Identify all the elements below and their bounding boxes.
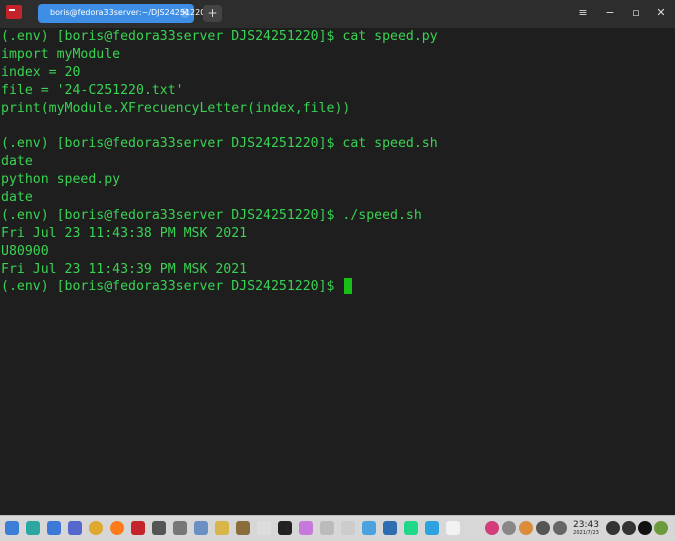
clock[interactable]: 23:43 2021/7/23 xyxy=(571,520,601,537)
cursor xyxy=(344,278,353,295)
power-icon[interactable] xyxy=(638,521,652,535)
mute-icon[interactable] xyxy=(622,521,636,535)
audio-icon[interactable] xyxy=(320,521,334,535)
new-tab-button[interactable]: + xyxy=(203,5,222,22)
prompt-text: (.env) [boris@fedora33server DJS24251220… xyxy=(1,279,343,295)
terminal-line: Fri Jul 23 11:43:39 PM MSK 2021 xyxy=(1,261,248,277)
minimize-button[interactable]: − xyxy=(603,6,617,20)
terminal-line: print(myModule.XFrecuencyLetter(index,fi… xyxy=(1,100,351,116)
terminal-line: (.env) [boris@fedora33server DJS24251220… xyxy=(1,29,438,44)
monitor-icon[interactable] xyxy=(299,521,313,535)
clock-time: 23:43 xyxy=(573,520,599,530)
text-editor-icon[interactable] xyxy=(257,521,271,535)
photos-icon[interactable] xyxy=(362,521,376,535)
mail2-icon[interactable] xyxy=(383,521,397,535)
telegram-icon[interactable] xyxy=(425,521,439,535)
clock-date: 2021/7/23 xyxy=(573,530,599,536)
calendar-icon[interactable] xyxy=(446,521,460,535)
prompt-line: (.env) [boris@fedora33server DJS24251220… xyxy=(1,278,438,296)
terminal-icon[interactable] xyxy=(131,521,145,535)
terminal-line: date xyxy=(1,154,33,170)
terminal-line: (.env) [boris@fedora33server DJS24251220… xyxy=(1,207,422,223)
chrome-icon[interactable] xyxy=(89,521,103,535)
vm-icon[interactable] xyxy=(152,521,166,535)
terminal-line: U80900 xyxy=(1,243,49,259)
title-bar: boris@fedora33server:~/DJS24251220 × + ≡… xyxy=(0,0,675,28)
tab-terminal[interactable]: boris@fedora33server:~/DJS24251220 × xyxy=(38,4,205,23)
gimp-icon[interactable] xyxy=(236,521,250,535)
firefox-icon[interactable] xyxy=(110,521,124,535)
status-icon[interactable] xyxy=(519,521,533,535)
terminal-line: index = 20 xyxy=(1,64,81,80)
terminal-line: date xyxy=(1,190,33,206)
launcher-icon[interactable] xyxy=(5,521,19,535)
mail-icon[interactable] xyxy=(173,521,187,535)
pycharm-icon[interactable] xyxy=(404,521,418,535)
close-window-button[interactable]: ✕ xyxy=(654,6,668,20)
network-icon[interactable] xyxy=(485,521,499,535)
terminal-line: python speed.py xyxy=(1,172,121,188)
terminal-area[interactable]: (.env) [boris@fedora33server DJS24251220… xyxy=(0,28,675,515)
assistant-icon[interactable] xyxy=(654,521,668,535)
notification-icon[interactable] xyxy=(606,521,620,535)
menu-icon[interactable]: ≡ xyxy=(576,6,590,20)
maximize-button[interactable]: ▫ xyxy=(629,6,643,20)
web-icon[interactable] xyxy=(194,521,208,535)
bluetooth-icon[interactable] xyxy=(553,521,567,535)
terminal-line: file = '24-C251220.txt' xyxy=(1,82,184,98)
close-icon[interactable]: × xyxy=(180,8,190,18)
terminal-app-icon[interactable] xyxy=(6,5,22,19)
intellij-icon[interactable] xyxy=(278,521,292,535)
terminal-output: (.env) [boris@fedora33server DJS24251220… xyxy=(1,28,438,296)
terminal-line: (.env) [boris@fedora33server DJS24251220… xyxy=(1,136,438,152)
terminal-line: Fri Jul 23 11:43:38 PM MSK 2021 xyxy=(1,225,248,241)
terminal-line: import myModule xyxy=(1,46,121,62)
notes-icon[interactable] xyxy=(215,521,229,535)
store-icon[interactable] xyxy=(47,521,61,535)
taskbar: 23:43 2021/7/23 xyxy=(0,515,675,541)
keyboard-icon[interactable] xyxy=(502,521,516,535)
tools-icon[interactable] xyxy=(536,521,550,535)
files-icon[interactable] xyxy=(26,521,40,535)
music-icon[interactable] xyxy=(341,521,355,535)
settings-icon[interactable] xyxy=(68,521,82,535)
